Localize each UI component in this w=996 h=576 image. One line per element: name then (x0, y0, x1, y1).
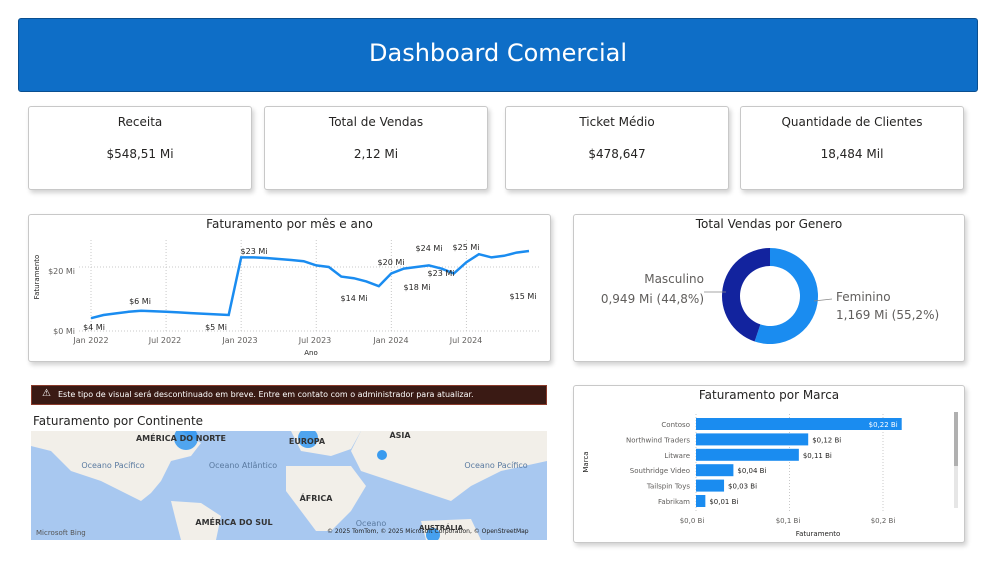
kpi-card-ticket-medio[interactable]: Ticket Médio $478,647 (505, 106, 729, 190)
kpi-title: Quantidade de Clientes (781, 115, 923, 129)
data-label: $18 Mi (404, 283, 431, 292)
donut-label-feminino: Feminino (836, 290, 891, 304)
data-label: $25 Mi (453, 243, 480, 252)
y-axis-label: Faturamento (33, 255, 41, 300)
line-chart: Faturamento $20 Mi $0 Mi Jan 2022 Jul 20… (33, 240, 539, 357)
map-label: AMÉRICA DO SUL (195, 516, 272, 527)
donut-value-masculino: 0,949 Mi (44,8%) (601, 292, 704, 306)
bar[interactable] (696, 479, 725, 492)
category-label: Northwind Traders (626, 436, 690, 444)
map-label: Oceano Pacífico (464, 461, 527, 470)
deprecation-warning-banner: ⚠ Este tipo de visual será descontinuado… (31, 385, 547, 405)
donut-value-feminino: 1,169 Mi (55,2%) (836, 308, 939, 322)
line-series (90, 249, 530, 320)
bar-chart: Contoso $0,22 Bi Northwind Traders $0,12 Bi… (582, 412, 958, 538)
data-label: $0,04 Bi (737, 467, 766, 475)
map-bubble-asia[interactable] (377, 450, 387, 460)
bar[interactable] (696, 448, 799, 461)
data-label: $23 Mi (241, 247, 268, 256)
bar[interactable] (696, 495, 706, 507)
map-label: ÁSIA (389, 431, 411, 440)
data-label: $0,11 Bi (803, 452, 832, 460)
map-attribution: © 2025 TomTom, © 2025 Microsoft Corporat… (327, 528, 529, 535)
kpi-card-total-vendas[interactable]: Total de Vendas 2,12 Mi (264, 106, 488, 190)
kpi-card-receita[interactable]: Receita $548,51 Mi (28, 106, 252, 190)
data-label: $20 Mi (378, 258, 405, 267)
map-label: EUROPA (289, 437, 326, 446)
x-tick-label: Jul 2023 (298, 336, 332, 345)
dashboard-header: Dashboard Comercial (18, 18, 978, 92)
warning-icon: ⚠ (42, 388, 51, 399)
kpi-value: $548,51 Mi (106, 147, 174, 161)
warning-text: Este tipo de visual será descontinuado e… (58, 390, 474, 399)
x-tick-label: Jan 2023 (221, 336, 257, 345)
data-label: $0,12 Bi (812, 436, 841, 444)
continent-map[interactable]: AMÉRICA DO NORTE EUROPA ÁSIA Oceano Pací… (31, 431, 547, 540)
y-tick-label: $0 Mi (53, 327, 75, 336)
kpi-title: Total de Vendas (328, 115, 424, 129)
kpi-card-quantidade-clientes[interactable]: Quantidade de Clientes 18,484 Mil (740, 106, 964, 190)
x-tick-label: $0,2 Bi (871, 517, 896, 525)
x-tick-label: $0,1 Bi (776, 517, 801, 525)
y-tick-label: $20 Mi (48, 267, 75, 276)
bar[interactable] (696, 433, 809, 446)
bar[interactable] (696, 464, 734, 477)
data-label: $5 Mi (205, 323, 227, 332)
donut-chart: Masculino 0,949 Mi (44,8%) Feminino 1,16… (601, 248, 939, 344)
bing-logo: Microsoft Bing (36, 529, 86, 537)
donut-label-masculino: Masculino (644, 272, 704, 286)
data-label: $6 Mi (129, 297, 151, 306)
map-title: Faturamento por Continente (33, 414, 204, 428)
data-label: $24 Mi (416, 244, 443, 253)
data-label: $4 Mi (83, 323, 105, 332)
kpi-title: Receita (117, 115, 163, 129)
data-label: $23 Mi (428, 269, 455, 278)
bar-chart-card[interactable]: Faturamento por Marca Contoso $0,22 Bi Nor… (573, 385, 965, 543)
kpi-value: 18,484 Mil (820, 147, 884, 161)
data-label: $14 Mi (341, 294, 368, 303)
kpi-value: 2,12 Mi (353, 147, 399, 161)
map-label: AMÉRICA DO NORTE (136, 432, 226, 443)
data-label: $0,01 Bi (709, 498, 738, 506)
map-label: ÁFRICA (300, 492, 334, 503)
page-title: Dashboard Comercial (369, 39, 627, 67)
x-axis-label: Ano (304, 349, 318, 357)
category-label: Southridge Video (630, 467, 690, 475)
x-tick-label: Jul 2024 (449, 336, 483, 345)
category-label: Litware (664, 452, 690, 460)
x-tick-label: Jan 2022 (72, 336, 108, 345)
y-axis-label: Marca (582, 451, 590, 472)
category-label: Fabrikam (658, 498, 690, 506)
x-tick-label: Jul 2022 (148, 336, 182, 345)
donut-chart-card[interactable]: Total Vendas por Genero Masculino 0,949 … (573, 214, 965, 362)
map-canvas: AMÉRICA DO NORTE EUROPA ÁSIA Oceano Pací… (31, 431, 547, 540)
x-axis-label: Faturamento (796, 530, 841, 538)
kpi-value: $478,647 (588, 147, 646, 161)
map-label: Oceano (356, 519, 387, 528)
category-label: Contoso (661, 421, 690, 429)
line-chart-card[interactable]: Faturamento por mês e ano Faturamento $2… (28, 214, 551, 362)
map-label: Oceano Pacífico (81, 461, 144, 470)
x-tick-label: $0,0 Bi (680, 517, 705, 525)
kpi-title: Ticket Médio (579, 115, 655, 129)
category-label: Tailspin Toys (646, 483, 691, 491)
data-label: $15 Mi (510, 292, 537, 301)
x-tick-label: Jan 2024 (372, 336, 408, 345)
scrollbar-thumb[interactable] (954, 412, 958, 466)
data-label: $0,22 Bi (869, 421, 898, 429)
map-label: Oceano Atlântico (209, 461, 277, 470)
data-label: $0,03 Bi (728, 483, 757, 491)
